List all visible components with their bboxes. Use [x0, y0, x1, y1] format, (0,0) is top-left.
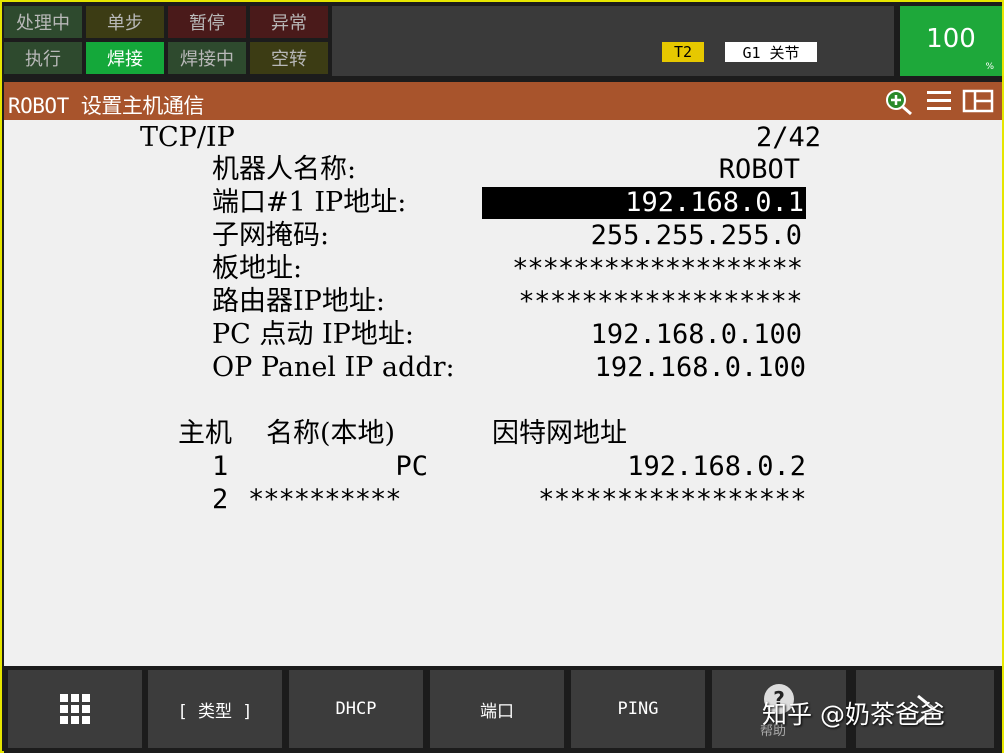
override-value: 100 [926, 24, 976, 54]
host-row-2-num: 2 [212, 484, 229, 515]
op-panel-ip-label: OP Panel IP addr: [212, 352, 455, 383]
status-fault: 异常 [250, 6, 328, 38]
port-button[interactable]: 端口 [430, 670, 564, 748]
dhcp-button[interactable]: DHCP [289, 670, 423, 748]
screen-title: ROBOT 设置主机通信 [8, 94, 204, 118]
subnet-mask-label: 子网掩码: [212, 220, 330, 251]
coord-indicator[interactable]: G1 关节 [725, 42, 817, 62]
robot-name-value[interactable]: ROBOT [524, 154, 800, 186]
status-processing: 处理中 [4, 6, 82, 38]
status-welding: 焊接中 [168, 42, 246, 74]
teach-pendant-screen: 处理中 单步 暂停 异常 执行 焊接 焊接中 空转 T2 G1 关节 100 %… [0, 0, 1004, 753]
status-step: 单步 [86, 6, 164, 38]
screen-title-bar: ROBOT 设置主机通信 [4, 82, 1002, 120]
split-screen-icon[interactable] [962, 89, 994, 113]
pc-jog-ip-label: PC 点动 IP地址: [212, 319, 414, 350]
host-row-1-ip[interactable]: 192.168.0.2 [524, 451, 806, 483]
router-ip-value[interactable]: ****************** [474, 286, 802, 318]
pc-jog-ip-value[interactable]: 192.168.0.100 [524, 319, 802, 351]
port1-ip-value[interactable]: 192.168.0.1 [482, 187, 806, 219]
board-address-value[interactable]: ******************* [474, 253, 803, 285]
override-unit: % [985, 62, 994, 72]
robot-name-label: 机器人名称: [212, 154, 357, 185]
host-comm-setup-panel: TCP/IP 2/42 机器人名称: ROBOT 端口#1 IP地址: 192.… [4, 120, 1002, 666]
host-row-1-num: 1 [212, 451, 229, 482]
status-dry-run: 空转 [250, 42, 328, 74]
menu-icon[interactable] [926, 89, 952, 113]
host-row-1-name[interactable]: PC [250, 451, 428, 483]
host-row-2-ip[interactable]: ***************** [480, 484, 806, 516]
page-indicator: 2/42 [756, 122, 822, 153]
subnet-mask-value[interactable]: 255.255.255.0 [524, 220, 802, 252]
type-button[interactable]: [ 类型 ] [148, 670, 282, 748]
mode-indicator: T2 [662, 42, 704, 62]
router-ip-label: 路由器IP地址: [212, 286, 385, 317]
status-run: 执行 [4, 42, 82, 74]
override-button[interactable]: 100 % [900, 6, 1002, 76]
name-col-header: 名称(本地) [266, 418, 396, 449]
status-weld-enabled: 焊接 [86, 42, 164, 74]
status-message-area [332, 6, 894, 76]
zoom-in-icon[interactable] [884, 88, 914, 116]
host-row-2-name[interactable]: ********** [248, 484, 430, 516]
section-heading: TCP/IP [140, 122, 235, 153]
port1-ip-label: 端口#1 IP地址: [212, 187, 407, 218]
status-indicators: 处理中 单步 暂停 异常 执行 焊接 焊接中 空转 [4, 6, 328, 76]
watermark: 知乎 @奶茶爸爸 [762, 700, 945, 729]
ip-col-header: 因特网地址 [492, 418, 627, 449]
ping-button[interactable]: PING [571, 670, 705, 748]
host-col-header: 主机 [178, 418, 232, 449]
grid-menu-icon [60, 694, 90, 724]
status-hold: 暂停 [168, 6, 246, 38]
op-panel-ip-value[interactable]: 192.168.0.100 [524, 352, 806, 384]
main-menu-button[interactable] [8, 670, 142, 748]
board-address-label: 板地址: [212, 253, 303, 284]
